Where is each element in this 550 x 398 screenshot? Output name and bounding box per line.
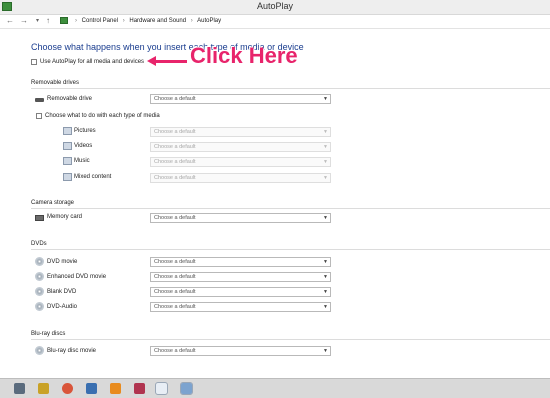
videos-label: Videos [74,143,93,149]
section-divider [31,208,550,209]
blu-ray-disc-movie-label: Blu-ray disc movie [47,348,97,354]
breadcrumb: › Control Panel › Hardware and Sound › A… [72,17,221,25]
app-icon[interactable] [134,383,145,394]
enhanced-dvd-movie-select[interactable]: Choose a default ▼ [150,272,331,282]
use-autoplay-label[interactable]: Use AutoPlay for all media and devices [40,58,144,66]
removable-drive-label: Removable drive [47,96,93,102]
music-label: Music [74,158,90,164]
crumb-separator: › [190,18,193,24]
pictures-label: Pictures [74,128,96,134]
music-icon [63,157,72,165]
chevron-down-icon: ▼ [323,259,328,265]
click-here-annotation: Click Here [190,43,298,68]
crumb-separator: › [122,18,125,24]
dvd-movie-label: DVD movie [47,259,78,265]
mixed-content-icon [63,173,72,181]
dvd-movie-select[interactable]: Choose a default ▼ [150,257,331,267]
control-panel-icon[interactable] [180,382,193,395]
file-explorer-icon[interactable] [14,383,25,394]
chevron-down-icon: ▼ [323,289,328,295]
each-type-checkbox[interactable] [36,113,42,119]
dvd-audio-select[interactable]: Choose a default ▼ [150,302,331,312]
blu-ray-disc-movie-icon [35,346,44,355]
crumb-autoplay[interactable]: AutoPlay [197,18,221,24]
memory-card-label: Memory card [47,214,83,220]
removable-drive-select[interactable]: Choose a default ▼ [150,94,331,104]
crumb-separator: › [75,18,77,24]
blank-dvd-select[interactable]: Choose a default ▼ [150,287,331,297]
crumb-control-panel[interactable]: Control Panel [82,18,118,24]
use-autoplay-checkbox[interactable] [31,59,37,65]
taskbar [0,378,550,398]
videos-select[interactable]: Choose a default ▼ [150,142,331,152]
forward-arrow-icon[interactable]: → [20,16,28,26]
section-blu-ray-discs: Blu-ray discs [31,331,66,337]
section-divider [31,339,550,340]
chevron-down-icon: ▼ [323,348,328,354]
chevron-down-icon: ▼ [323,96,328,102]
dvd-audio-icon [35,302,44,311]
memory-card-select[interactable]: Choose a default ▼ [150,213,331,223]
mixed-content-label: Mixed content [74,174,112,180]
paint-icon[interactable] [155,382,168,395]
blank-dvd-icon [35,287,44,296]
browser-icon[interactable] [62,383,73,394]
chevron-down-icon: ▼ [323,144,328,150]
address-bar: ← → ▾ ↑ › Control Panel › Hardware and S… [0,15,550,29]
section-divider [31,88,550,89]
folder-icon[interactable] [38,383,49,394]
pictures-icon [63,127,72,135]
document-icon[interactable] [86,383,97,394]
music-select[interactable]: Choose a default ▼ [150,157,331,167]
enhanced-dvd-movie-label: Enhanced DVD movie [47,274,107,280]
pictures-select[interactable]: Choose a default ▼ [150,127,331,137]
chevron-down-icon: ▼ [323,175,328,181]
callout-arrow-head [147,56,156,66]
chevron-down-icon: ▼ [323,159,328,165]
title-bar: AutoPlay [0,0,550,15]
media-player-icon[interactable] [110,383,121,394]
section-divider [31,249,550,250]
mixed-content-select[interactable]: Choose a default ▼ [150,173,331,183]
memory-card-icon [35,215,44,221]
removable-drive-icon [35,98,44,102]
callout-arrow [155,60,187,63]
chevron-down-icon: ▼ [323,215,328,221]
back-arrow-icon[interactable]: ← [6,16,14,26]
videos-icon [63,142,72,150]
control-panel-crumb-icon [60,17,68,24]
chevron-down-icon: ▼ [323,129,328,135]
each-type-label[interactable]: Choose what to do with each type of medi… [45,112,160,120]
enhanced-dvd-movie-icon [35,272,44,281]
section-dvds: DVDs [31,241,47,247]
crumb-hardware-and-sound[interactable]: Hardware and Sound [129,18,186,24]
blu-ray-disc-movie-select[interactable]: Choose a default ▼ [150,346,331,356]
window-title: AutoPlay [256,1,294,11]
section-removable-drives: Removable drives [31,80,80,86]
chevron-down-icon: ▼ [323,304,328,310]
section-camera-storage: Camera storage [31,200,75,206]
blank-dvd-label: Blank DVD [47,289,77,295]
up-arrow-icon[interactable]: ↑ [46,16,50,26]
recent-dropdown-icon[interactable]: ▾ [36,16,39,26]
dvd-movie-icon [35,257,44,266]
dvd-audio-label: DVD-Audio [47,304,78,310]
chevron-down-icon: ▼ [323,274,328,280]
